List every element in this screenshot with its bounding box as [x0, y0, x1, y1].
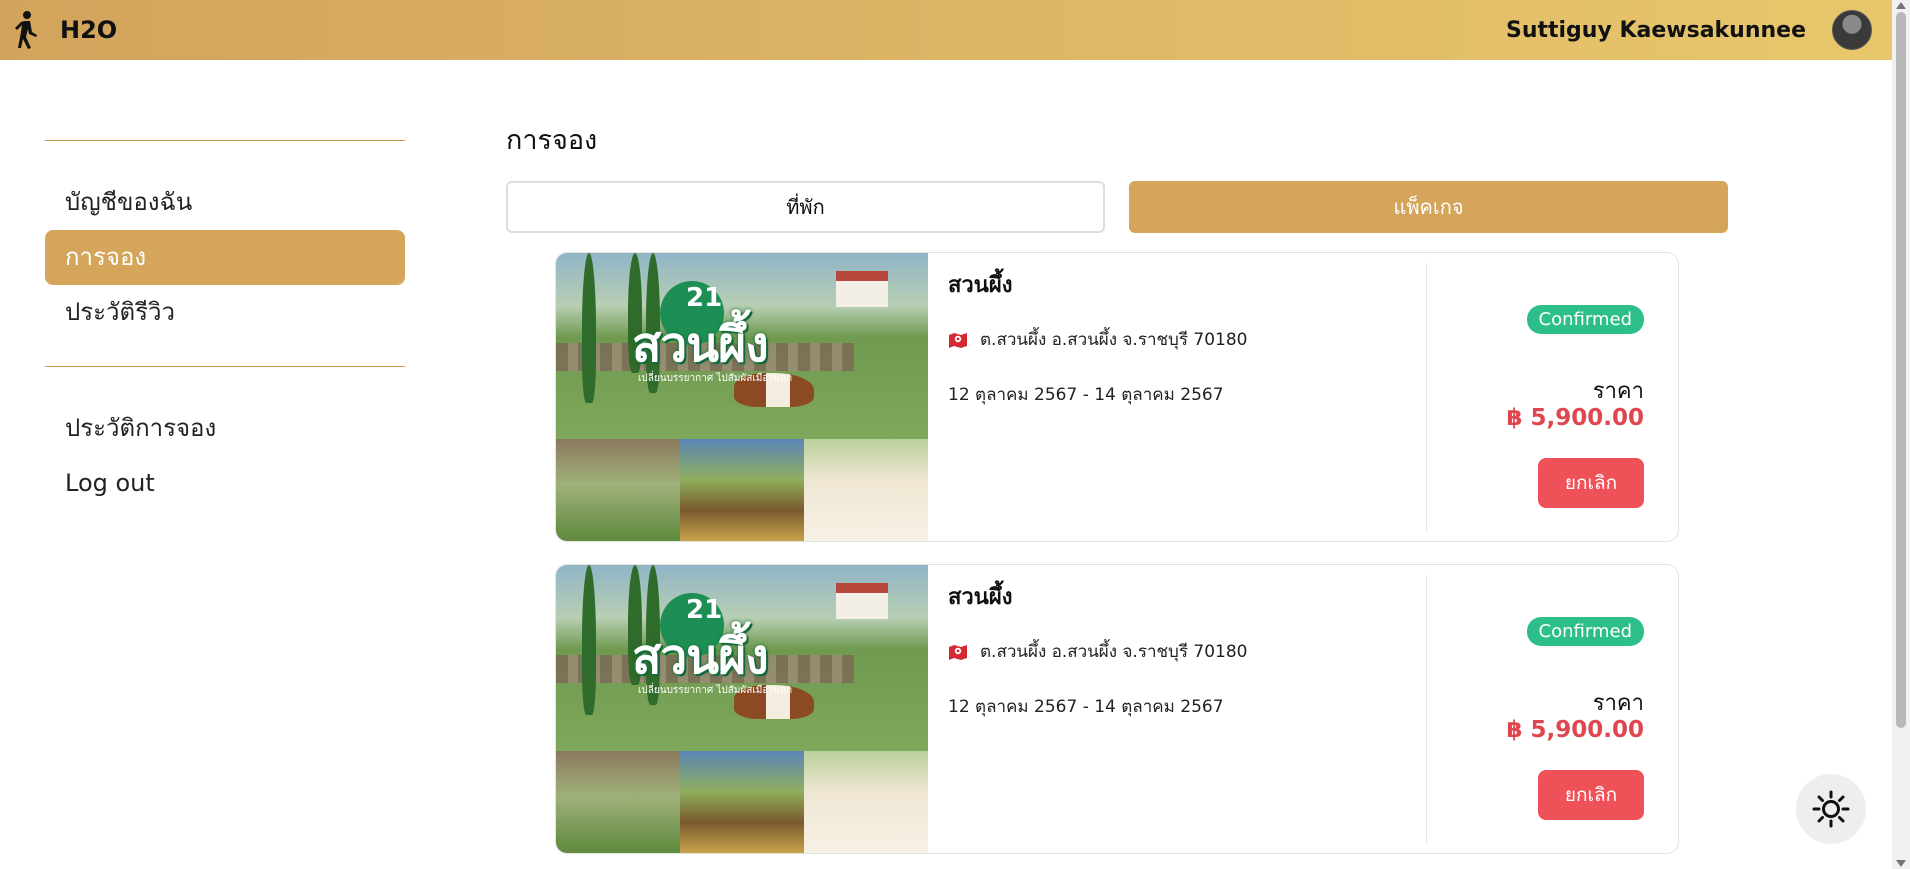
main-content: การจอง ที่พัก แพ็คเกจ	[506, 118, 1728, 233]
sidebar-item-logout[interactable]: Log out	[45, 456, 405, 511]
package-name: สวนผึ้ง	[948, 273, 1013, 298]
package-location: ต.สวนผึ้ง อ.สวนผึ้ง จ.ราชบุรี 70180	[948, 638, 1406, 665]
avatar[interactable]	[1832, 10, 1872, 50]
package-image: 21 สวนผึ้ง เปลี่ยนบรรยากาศ ไปสัมผัสเมือง…	[556, 565, 928, 853]
user-name: Suttiguy Kaewsakunnee	[1505, 17, 1806, 43]
sidebar: บัญชีของฉัน การจอง ประวัติรีวิว ประวัติก…	[45, 140, 405, 537]
booking-card: 21 สวนผึ้ง เปลี่ยนบรรยากาศ ไปสัมผัสเมือง…	[555, 564, 1679, 854]
booking-dates: 12 ตุลาคม 2567 - 14 ตุลาคม 2567	[948, 697, 1224, 717]
top-navbar: H2O Suttiguy Kaewsakunnee	[0, 0, 1892, 60]
cancel-button[interactable]: ยกเลิก	[1538, 458, 1644, 508]
page-title: การจอง	[506, 125, 598, 156]
scrollbar-thumb[interactable]	[1896, 12, 1906, 728]
price-value: ฿ 5,900.00	[1506, 405, 1644, 431]
theme-toggle-button[interactable]	[1796, 774, 1866, 844]
sun-icon	[1812, 790, 1850, 828]
status-badge: Confirmed	[1526, 305, 1644, 334]
map-pin-icon	[949, 644, 967, 660]
tab-accommodation[interactable]: ที่พัก	[506, 181, 1105, 233]
package-image: 21 สวนผึ้ง เปลี่ยนบรรยากาศ ไปสัมผัสเมือง…	[556, 253, 928, 541]
booking-card: 21 สวนผึ้ง เปลี่ยนบรรยากาศ ไปสัมผัสเมือง…	[555, 252, 1679, 542]
status-badge: Confirmed	[1526, 617, 1644, 646]
sidebar-item-my-account[interactable]: บัญชีของฉัน	[45, 175, 405, 230]
brand-name: H2O	[60, 16, 118, 44]
location-text: ต.สวนผึ้ง อ.สวนผึ้ง จ.ราชบุรี 70180	[980, 330, 1248, 350]
page-scrollbar[interactable]	[1892, 0, 1910, 869]
brand[interactable]: H2O	[12, 10, 117, 50]
sidebar-item-bookings[interactable]: การจอง	[45, 230, 405, 285]
booking-type-tabs: ที่พัก แพ็คเกจ	[506, 181, 1728, 233]
user-menu[interactable]: Suttiguy Kaewsakunnee	[1506, 10, 1872, 50]
sidebar-item-booking-history[interactable]: ประวัติการจอง	[45, 401, 405, 456]
booking-info: สวนผึ้ง ต.สวนผึ้ง อ.สวนผึ้ง จ.ราชบุรี 70…	[928, 565, 1426, 853]
walking-person-icon	[15, 11, 37, 49]
location-text: ต.สวนผึ้ง อ.สวนผึ้ง จ.ราชบุรี 70180	[980, 642, 1248, 662]
cancel-button[interactable]: ยกเลิก	[1538, 770, 1644, 820]
scroll-down-arrow[interactable]	[1896, 860, 1906, 867]
scroll-up-arrow[interactable]	[1896, 2, 1906, 9]
price-label: ราคา	[1592, 379, 1644, 404]
price-value: ฿ 5,900.00	[1506, 717, 1644, 743]
map-pin-icon	[949, 332, 967, 348]
booking-dates: 12 ตุลาคม 2567 - 14 ตุลาคม 2567	[948, 385, 1224, 405]
tab-package[interactable]: แพ็คเกจ	[1129, 181, 1728, 233]
booking-info: สวนผึ้ง ต.สวนผึ้ง อ.สวนผึ้ง จ.ราชบุรี 70…	[928, 253, 1426, 541]
package-name: สวนผึ้ง	[948, 585, 1013, 610]
booking-summary: Confirmed ราคา ฿ 5,900.00 ยกเลิก	[1426, 575, 1678, 843]
booking-summary: Confirmed ราคา ฿ 5,900.00 ยกเลิก	[1426, 263, 1678, 531]
sidebar-item-review-history[interactable]: ประวัติรีวิว	[45, 285, 405, 340]
price-label: ราคา	[1592, 691, 1644, 716]
package-location: ต.สวนผึ้ง อ.สวนผึ้ง จ.ราชบุรี 70180	[948, 326, 1406, 353]
